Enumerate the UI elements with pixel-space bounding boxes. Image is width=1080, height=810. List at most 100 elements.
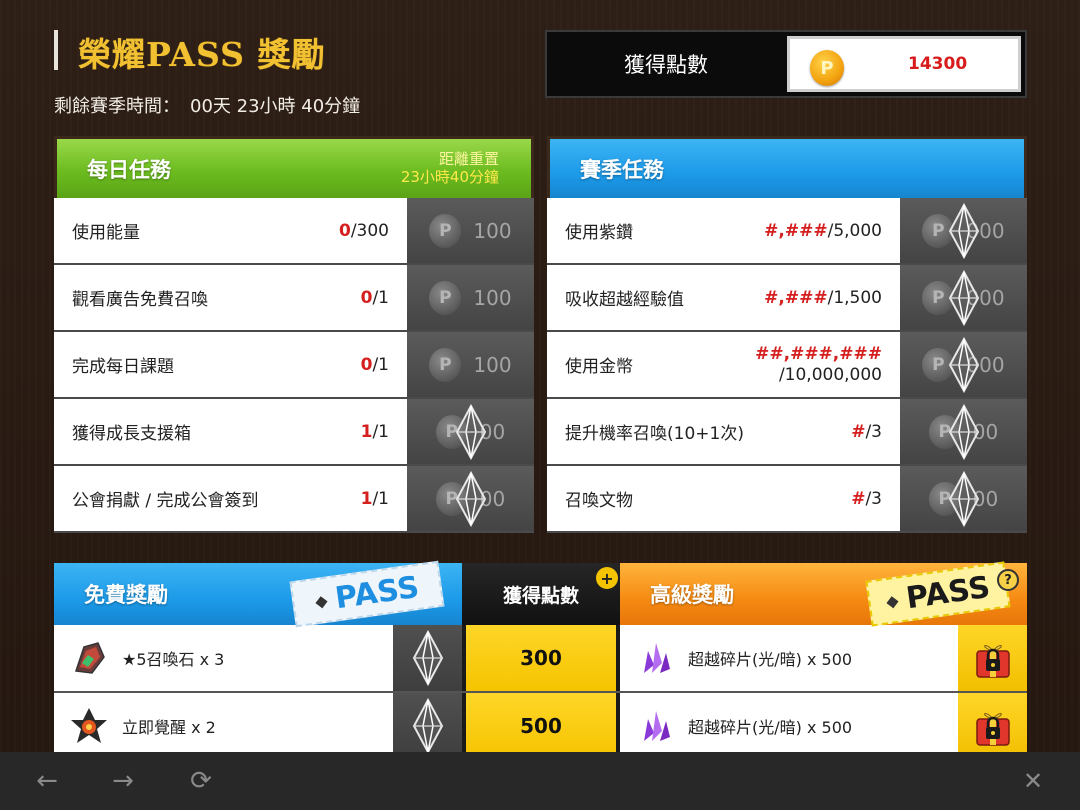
crystal-lock-icon bbox=[948, 336, 979, 393]
task-name: 使用金幣 bbox=[565, 357, 633, 377]
task-name: 觀看廣告免費召喚 bbox=[72, 290, 208, 310]
task-info: 提升機率召喚(10+1次) #/3 bbox=[547, 399, 900, 464]
task-reward-button[interactable]: P 000 bbox=[900, 265, 1027, 330]
required-points: 500 bbox=[462, 693, 620, 759]
season-task-row: 吸收超越經驗值 #,###/1,500 P 000 bbox=[547, 265, 1027, 332]
task-progress: #,###/5,000 bbox=[764, 221, 882, 241]
task-reward-button[interactable]: P 00 bbox=[900, 399, 1027, 464]
premium-reward-label: 超越碎片(光/暗) x 500 bbox=[688, 650, 853, 669]
season-task-row: 召喚文物 #/3 P 00 bbox=[547, 466, 1027, 533]
reload-icon[interactable]: ⟳ bbox=[184, 764, 218, 798]
task-reward-button[interactable]: P 00 bbox=[407, 466, 534, 531]
free-reward-item: 立即覺醒 x 2 bbox=[54, 693, 393, 759]
task-reward-button[interactable]: P 00 bbox=[900, 466, 1027, 531]
task-progress-current: # bbox=[851, 421, 866, 442]
crystal-lock-icon bbox=[412, 630, 443, 686]
premium-pass-text: PASS bbox=[903, 569, 993, 616]
daily-task-list: 使用能量 0/300 P 100 觀看廣告免費召喚 0/1 P 100 完成每日課題 0/1 P 10… bbox=[54, 198, 534, 533]
season-task-row: 使用紫鑽 #,###/5,000 P 000 bbox=[547, 198, 1027, 265]
back-arrow-icon[interactable]: ← bbox=[30, 764, 64, 798]
reward-row: 立即覺醒 x 2 500 超越碎片(光/暗) x 500 bbox=[54, 693, 1027, 761]
forward-arrow-icon[interactable]: → bbox=[106, 764, 140, 798]
task-progress-total: /1 bbox=[372, 421, 389, 442]
points-column-title: 獲得點數 bbox=[502, 584, 579, 607]
free-reward-label: ★5召喚石 x 3 bbox=[122, 650, 225, 669]
free-rewards-header: 免費獎勵 ◆ PASS bbox=[54, 560, 462, 628]
add-points-button[interactable]: + bbox=[596, 567, 618, 589]
rewards-header: 免費獎勵 ◆ PASS 獲得點數 + 高級獎勵 ◆ PASS ? bbox=[54, 560, 1027, 628]
premium-reward-label: 超越碎片(光/暗) x 500 bbox=[688, 718, 853, 737]
task-reward-button[interactable]: P 100 bbox=[407, 198, 534, 263]
season-remaining: 剩餘賽季時間： 00天 23小時 40分鐘 bbox=[54, 92, 360, 118]
grey-coin-icon: P bbox=[429, 213, 462, 248]
help-button[interactable]: ? bbox=[997, 569, 1019, 591]
task-reward-button[interactable]: P 000 bbox=[900, 198, 1027, 263]
free-pass-text: PASS bbox=[332, 569, 422, 616]
crystal-icon: ◆ bbox=[884, 590, 900, 611]
task-progress-current: #,### bbox=[764, 287, 828, 308]
browser-toolbar: ← → ⟳ ✕ bbox=[0, 752, 1080, 810]
task-info: 公會捐獻 / 完成公會簽到 1/1 bbox=[54, 466, 407, 531]
task-info: 使用金幣 ##,###,###/10,000,000 bbox=[547, 332, 900, 397]
grey-coin-icon: P bbox=[429, 347, 462, 382]
task-progress-total: /1 bbox=[372, 488, 389, 509]
free-reward-claim-button[interactable] bbox=[393, 693, 462, 759]
page-title: 榮耀PASS 獎勵 bbox=[78, 35, 326, 74]
task-reward-amount: 100 bbox=[473, 352, 512, 377]
task-info: 觀看廣告免費召喚 0/1 bbox=[54, 265, 407, 330]
free-reward-claim-button[interactable] bbox=[393, 625, 462, 691]
points-value-box: P 14300 bbox=[787, 36, 1021, 92]
task-name: 獲得成長支援箱 bbox=[72, 424, 191, 444]
task-progress: 1/1 bbox=[361, 489, 389, 509]
season-label: 剩餘賽季時間： bbox=[54, 96, 180, 117]
crystal-lock-icon bbox=[412, 698, 443, 754]
crystal-lock-icon bbox=[948, 470, 979, 527]
task-progress-current: 0 bbox=[338, 220, 351, 241]
gold-coin-icon: P bbox=[810, 50, 844, 86]
daily-task-row: 觀看廣告免費召喚 0/1 P 100 bbox=[54, 265, 534, 332]
task-name: 公會捐獻 / 完成公會簽到 bbox=[72, 491, 259, 511]
task-name: 提升機率召喚(10+1次) bbox=[565, 424, 744, 444]
task-reward-button[interactable]: P 100 bbox=[407, 265, 534, 330]
task-name: 使用能量 bbox=[72, 223, 140, 243]
task-progress-current: 0 bbox=[360, 354, 373, 375]
task-progress-total: /5,000 bbox=[827, 220, 882, 241]
task-progress-total: /300 bbox=[350, 220, 389, 241]
task-reward-button[interactable]: P 100 bbox=[407, 332, 534, 397]
reset-info: 距離重置 23小時40分鐘 bbox=[401, 150, 499, 186]
season-task-row: 提升機率召喚(10+1次) #/3 P 00 bbox=[547, 399, 1027, 466]
task-progress-total: /3 bbox=[865, 421, 882, 442]
season-task-row: 使用金幣 ##,###,###/10,000,000 P 000 bbox=[547, 332, 1027, 399]
premium-pass-ticket-icon: ◆ PASS bbox=[865, 561, 1011, 627]
locked-gift-icon bbox=[975, 645, 1010, 678]
rewards-panel: 免費獎勵 ◆ PASS 獲得點數 + 高級獎勵 ◆ PASS ? ★5召喚石 x… bbox=[54, 560, 1027, 761]
task-progress-current: ##,###,### bbox=[755, 343, 882, 364]
season-tasks-panel: 賽季任務 使用紫鑽 #,###/5,000 P 000 吸收超越經驗值 #,###/1,5… bbox=[547, 136, 1027, 533]
task-progress: 0/1 bbox=[361, 288, 389, 308]
premium-reward-claim-button[interactable] bbox=[958, 693, 1027, 759]
task-progress-total: /1 bbox=[372, 287, 389, 308]
season-task-list: 使用紫鑽 #,###/5,000 P 000 吸收超越經驗值 #,###/1,500 P 00… bbox=[547, 198, 1027, 533]
task-info: 使用能量 0/300 bbox=[54, 198, 407, 263]
task-progress-current: 1 bbox=[360, 421, 373, 442]
points-value: 14300 bbox=[908, 54, 968, 74]
close-icon[interactable]: ✕ bbox=[1016, 764, 1050, 798]
points-column-header: 獲得點數 + bbox=[462, 563, 620, 625]
crystal-lock-icon bbox=[948, 269, 979, 326]
points-box: 獲得點數 P 14300 bbox=[545, 30, 1027, 98]
task-name: 完成每日課題 bbox=[72, 357, 174, 377]
task-reward-button[interactable]: P 000 bbox=[900, 332, 1027, 397]
task-progress: 0/300 bbox=[339, 221, 389, 241]
crystal-lock-icon bbox=[455, 403, 486, 460]
daily-task-row: 完成每日課題 0/1 P 100 bbox=[54, 332, 534, 399]
task-progress-current: 0 bbox=[360, 287, 373, 308]
grey-coin-icon: P bbox=[429, 280, 462, 315]
premium-reward-claim-button[interactable] bbox=[958, 625, 1027, 691]
season-value: 00天 23小時 40分鐘 bbox=[190, 96, 361, 117]
task-reward-button[interactable]: P 00 bbox=[407, 399, 534, 464]
task-name: 召喚文物 bbox=[565, 491, 633, 511]
premium-reward-item: 超越碎片(光/暗) x 500 bbox=[620, 625, 958, 691]
task-progress-total: /1 bbox=[372, 354, 389, 375]
premium-reward-item: 超越碎片(光/暗) x 500 bbox=[620, 693, 958, 759]
free-reward-item: ★5召喚石 x 3 bbox=[54, 625, 393, 691]
